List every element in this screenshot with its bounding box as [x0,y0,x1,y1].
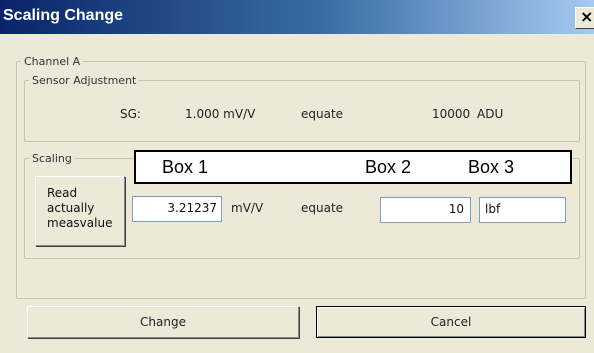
box-1-label: Box 1 [162,157,209,177]
box-2-label: Box 2 [365,157,412,177]
measured-value-input[interactable]: 3.21237 [132,196,222,222]
scaling-legend: Scaling [32,152,72,165]
adu-unit: ADU [477,107,504,121]
scaling-change-dialog: Scaling Change × Channel A Sensor Adjust… [0,0,594,353]
cancel-button[interactable]: Cancel [316,306,586,338]
scaled-value-input[interactable]: 10 [380,197,471,223]
title-bar[interactable]: Scaling Change [0,0,594,34]
scaling-equate-label: equate [301,201,344,215]
close-icon: × [580,7,594,26]
box-3-label: Box 3 [468,157,515,177]
adu-value: 10000 [432,107,471,121]
close-button[interactable]: × [575,7,594,29]
change-button[interactable]: Change [27,306,299,338]
window-title: Scaling Change [3,7,124,24]
box-labels-overlay: Box 1 Box 2 Box 3 [134,150,572,184]
sg-label: SG: [120,107,141,121]
mv-unit-label: mV/V [231,201,264,215]
read-measvalue-button[interactable]: Read actually measvalue [35,176,125,246]
sensor-equate-label: equate [301,107,344,121]
channel-a-legend: Channel A [24,55,81,68]
sg-value: 1.000 mV/V [185,107,256,121]
unit-input[interactable]: lbf [479,197,566,223]
sensor-adjustment-legend: Sensor Adjustment [32,74,137,87]
